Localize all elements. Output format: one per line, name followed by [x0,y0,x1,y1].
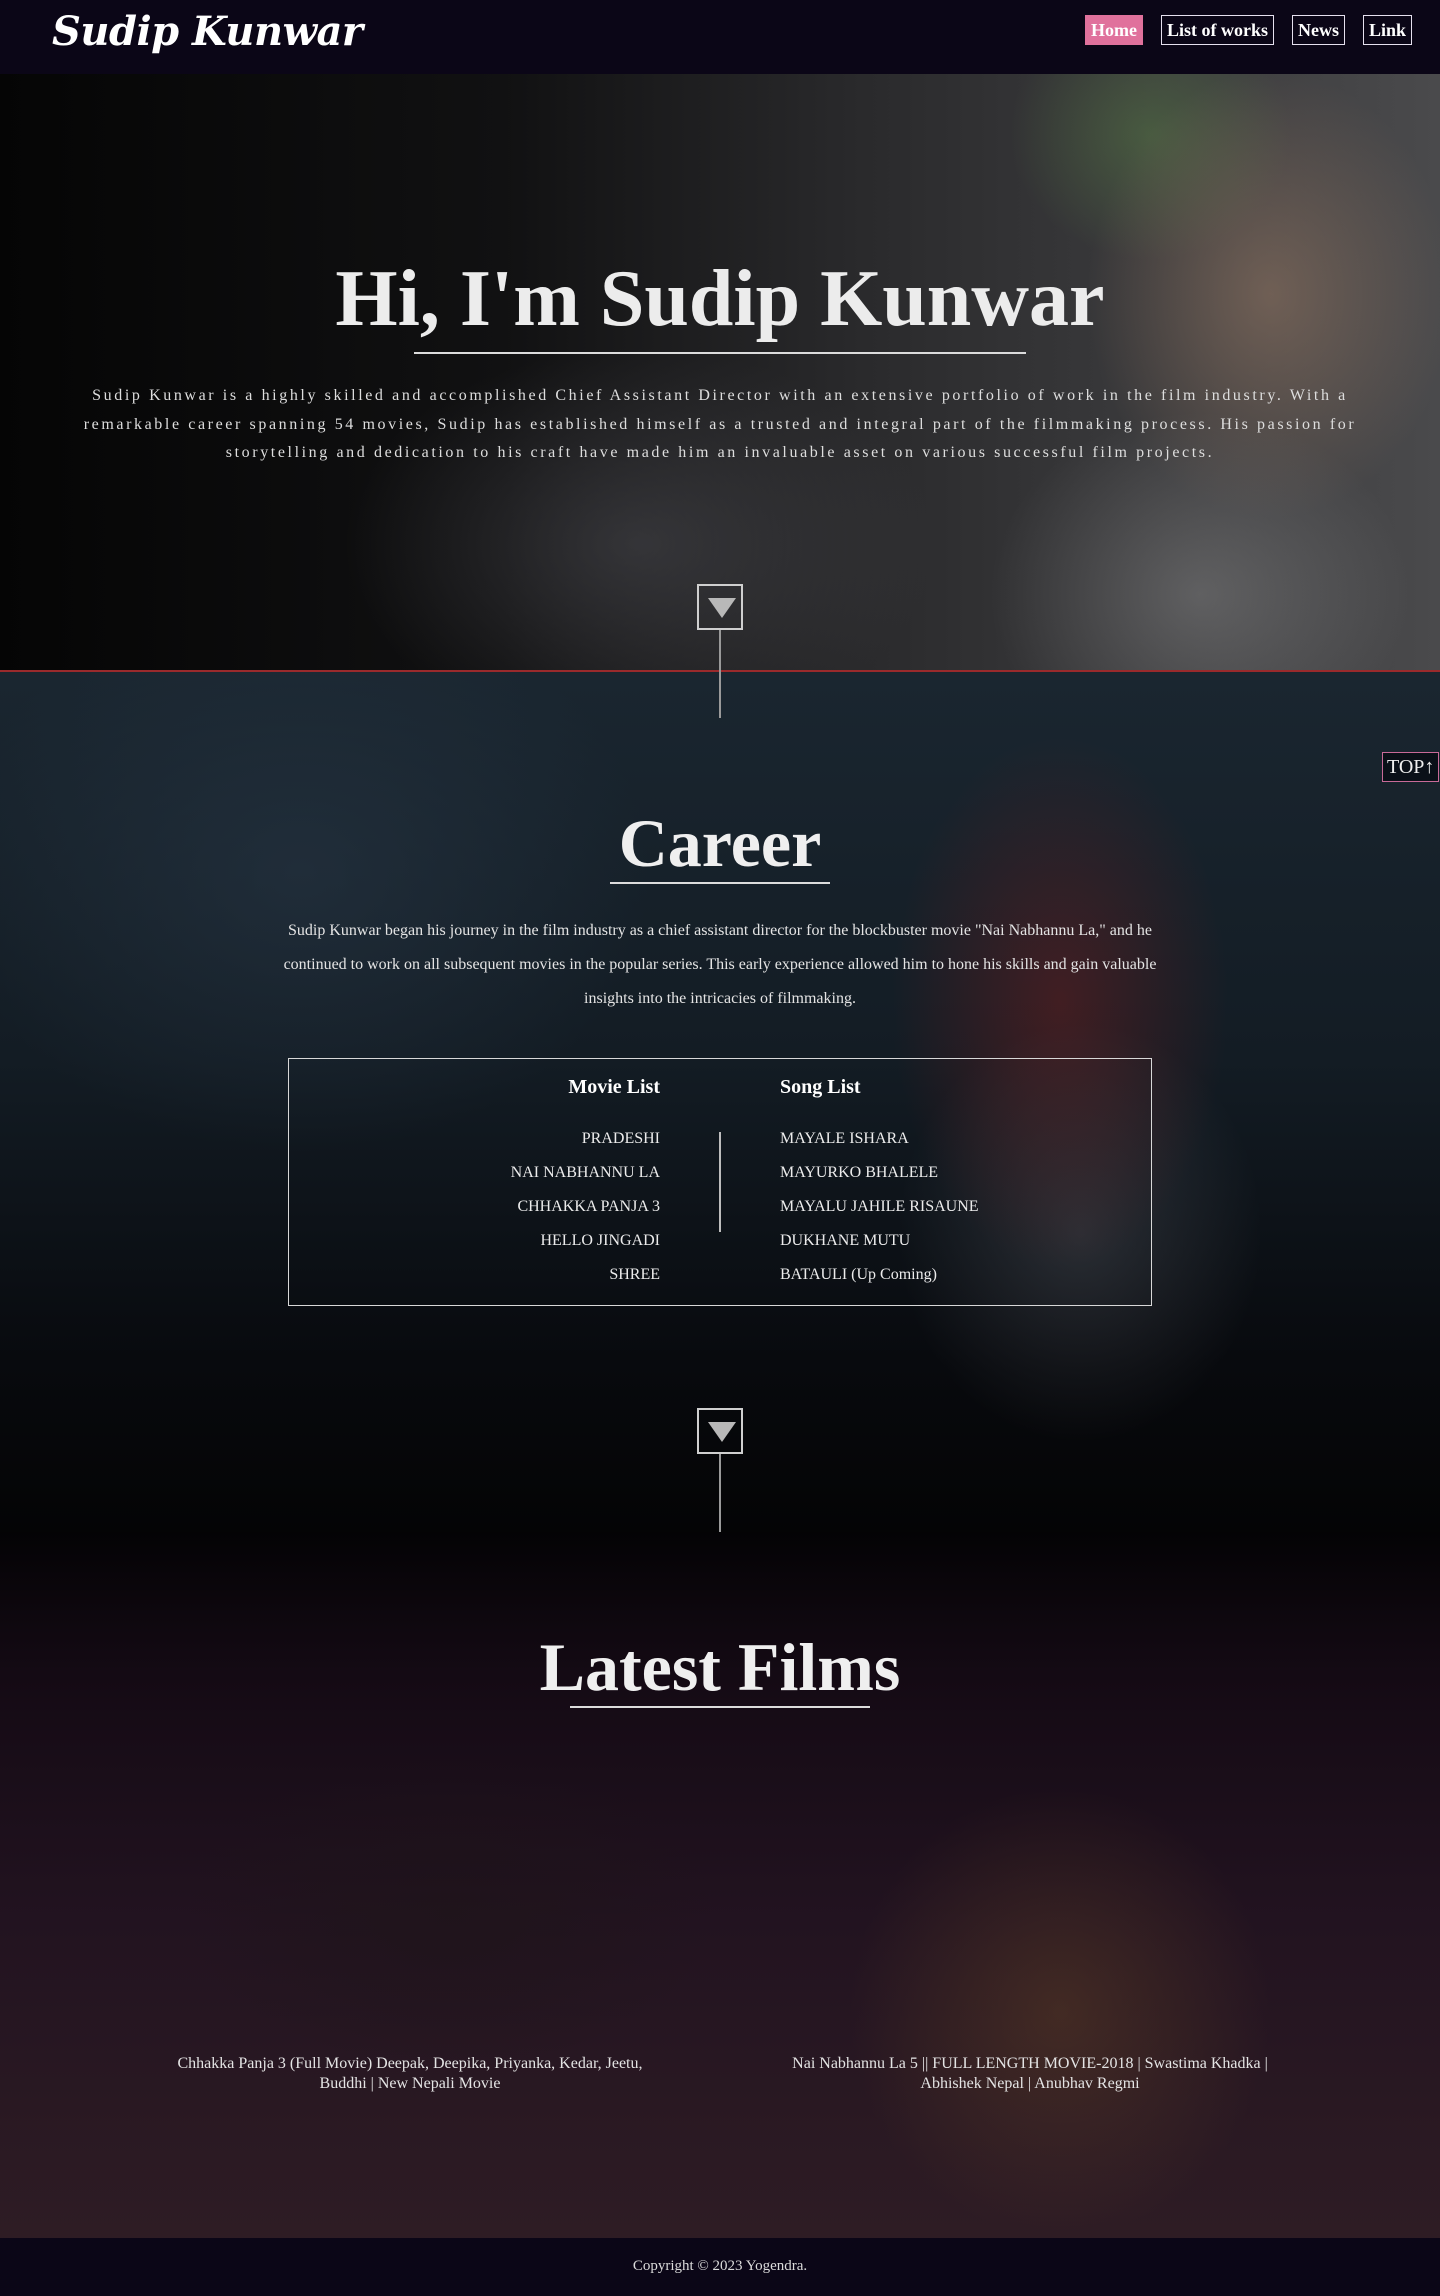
nav-link-link[interactable]: Link [1362,15,1412,45]
film-caption-2[interactable]: Nai Nabhannu La 5 || FULL LENGTH MOVIE-2… [775,2054,1285,2094]
movie-list-item: NAI NABHANNU LA [510,1164,660,1181]
song-list: Song List MAYALE ISHARA MAYURKO BHALELE … [780,1072,1140,1292]
movie-list-item: CHHAKKA PANJA 3 [517,1198,660,1215]
career-title: Career [618,805,822,881]
song-list-item: DUKHANE MUTU [780,1232,911,1249]
career-description: Sudip Kunwar began his journey in the fi… [283,922,1157,1007]
nav-link-news[interactable]: News [1291,15,1345,45]
back-to-top-button[interactable]: TOP↑ [1382,752,1440,782]
nav-link-list-of-works[interactable]: List of works [1160,15,1274,45]
scroll-line-2 [719,1454,721,1542]
nav-link-home[interactable]: Home [1084,15,1143,45]
song-list-item: MAYALE ISHARA [780,1130,909,1147]
scroll-line-1 [719,630,721,718]
hero-title-underline [414,352,1026,354]
footer: Copyright © 2023 Yogendra. [0,2238,1440,2296]
movie-list-heading: Movie List [568,1076,660,1098]
movie-list: Movie List PRADESHI NAI NABHANNU LA CHHA… [300,1072,660,1292]
career-title-underline [610,882,830,884]
brand-logo[interactable]: Sudip Kunwar [52,8,363,55]
hero-description: Sudip Kunwar is a highly skilled and acc… [83,387,1357,461]
navbar: Sudip Kunwar Home List of works News Lin… [0,0,1440,74]
hero-title: Hi, I'm Sudip Kunwar [335,255,1105,343]
footer-copyright: Copyright © 2023 Yogendra. [632,2258,808,2274]
movie-list-item: HELLO JINGADI [540,1232,660,1249]
song-list-item: BATAULI (Up Coming) [780,1266,937,1283]
triangle-down-icon [708,1422,736,1442]
scroll-down-arrow-2[interactable] [697,1408,743,1454]
nav-links: Home List of works News Link [1084,15,1412,45]
triangle-down-icon [708,598,736,618]
song-list-item: MAYURKO BHALELE [780,1164,939,1181]
movie-list-item: SHREE [609,1266,660,1283]
song-list-item: MAYALU JAHILE RISAUNE [780,1198,979,1215]
works-divider [719,1132,721,1232]
hero-background-image: Hi, I'm Sudip Kunwar Sudip Kunwar is a h… [0,74,1440,670]
song-list-heading: Song List [780,1076,861,1098]
latest-films-title-underline [570,1706,870,1708]
film-caption-1[interactable]: Chhakka Panja 3 (Full Movie) Deepak, Dee… [155,2054,665,2094]
scroll-down-arrow-1[interactable] [697,584,743,630]
movie-list-item: PRADESHI [581,1130,660,1147]
latest-films-title: Latest Films [539,1629,901,1705]
